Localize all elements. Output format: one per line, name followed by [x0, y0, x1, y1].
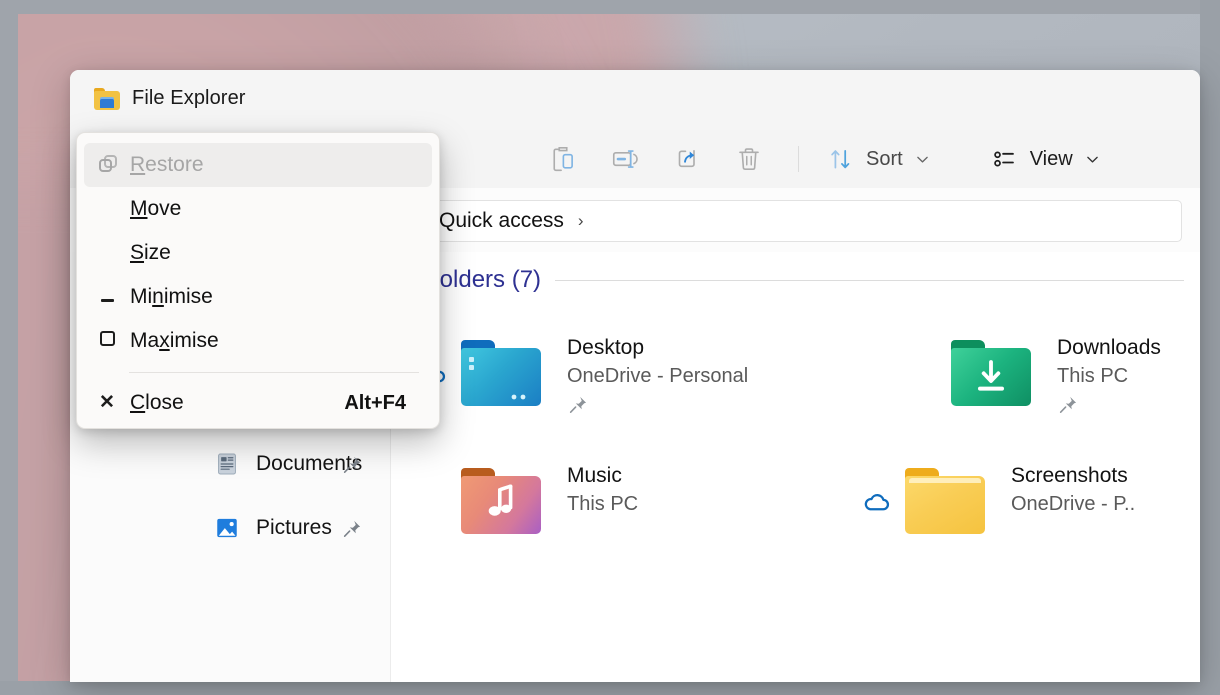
- tile-meta: Desktop OneDrive - Personal: [567, 334, 748, 421]
- sort-arrows-icon: [827, 145, 855, 173]
- view-list-icon: [991, 145, 1019, 173]
- accel-key: R: [130, 153, 145, 176]
- menu-item-label: Move: [130, 197, 181, 221]
- folder-icon-yellow: [901, 466, 989, 540]
- restore-icon: [84, 155, 130, 175]
- sidebar-item-documents[interactable]: Documents: [70, 436, 390, 492]
- view-label: View: [1030, 148, 1073, 171]
- menu-item-size[interactable]: Size: [84, 231, 432, 275]
- paste-button[interactable]: [532, 139, 594, 179]
- tile-meta: Downloads This PC: [1057, 334, 1161, 421]
- pin-icon[interactable]: [341, 518, 363, 545]
- accel-key: S: [130, 241, 144, 264]
- maximise-icon: [84, 331, 130, 351]
- menu-item-move[interactable]: Move: [84, 187, 432, 231]
- menu-item-label: Minimise: [130, 285, 213, 309]
- accel-key: C: [130, 391, 145, 414]
- close-icon: ✕: [84, 393, 130, 413]
- menu-item-label: Size: [130, 241, 171, 265]
- screen: File Explorer: [0, 0, 1220, 695]
- rename-button[interactable]: [594, 139, 656, 179]
- breadcrumb[interactable]: Quick access: [427, 209, 564, 233]
- folder-icon-green: [947, 338, 1035, 412]
- pin-icon[interactable]: [341, 454, 363, 481]
- chevron-down-icon: [1084, 151, 1101, 168]
- tile-subtitle: OneDrive - P..: [1011, 490, 1135, 518]
- group-header[interactable]: Folders (7): [425, 266, 1200, 294]
- frame-bottom: [0, 681, 1220, 695]
- cloud-placeholder: [417, 486, 451, 520]
- tile-subtitle: OneDrive - Personal: [567, 362, 748, 390]
- folder-tile-downloads[interactable]: Downloads This PC: [907, 330, 1200, 421]
- tile-name: Desktop: [567, 334, 748, 362]
- paste-icon: [548, 144, 578, 174]
- sort-button[interactable]: Sort: [815, 139, 943, 179]
- cloud-icon: [861, 486, 895, 520]
- menu-separator: [129, 372, 419, 373]
- accel-key: n: [152, 285, 164, 308]
- pin-icon: [567, 394, 748, 421]
- toolbar-divider: [798, 146, 799, 172]
- tile-subtitle: This PC: [567, 490, 638, 518]
- group-title: Folders (7): [425, 266, 541, 294]
- title-row: File Explorer: [94, 87, 246, 110]
- tile-meta: Screenshots OneDrive - P..: [1011, 462, 1135, 518]
- documents-icon: [212, 449, 242, 479]
- group-rule: [555, 280, 1184, 281]
- title-bar[interactable]: File Explorer: [70, 70, 1200, 130]
- frame-left: [0, 0, 18, 695]
- folder-tile-screenshots[interactable]: Screenshots OneDrive - P..: [861, 458, 1200, 540]
- tile-meta: Music This PC: [567, 462, 638, 518]
- share-icon: [672, 144, 702, 174]
- folder-tile-desktop[interactable]: Desktop OneDrive - Personal: [417, 330, 797, 421]
- sort-label: Sort: [866, 148, 903, 171]
- share-button[interactable]: [656, 139, 718, 179]
- pictures-icon: [212, 513, 242, 543]
- cloud-placeholder: [907, 358, 941, 392]
- rename-icon: [610, 144, 640, 174]
- folder-icon-blue: [457, 338, 545, 412]
- minimise-icon: [84, 287, 130, 307]
- accel-key: x: [159, 329, 170, 352]
- folder-icon: [94, 88, 120, 110]
- trash-icon: [734, 144, 764, 174]
- tile-subtitle: This PC: [1057, 362, 1161, 390]
- folder-icon-pink: [457, 466, 545, 540]
- tile-name: Screenshots: [1011, 462, 1135, 490]
- menu-item-restore[interactable]: Restore: [84, 143, 432, 187]
- menu-item-close[interactable]: ✕ Close Alt+F4: [84, 381, 432, 425]
- window-title: File Explorer: [132, 87, 246, 110]
- chevron-right-icon[interactable]: ›: [578, 211, 584, 231]
- tile-name: Downloads: [1057, 334, 1161, 362]
- chevron-down-icon: [914, 151, 931, 168]
- window-system-menu[interactable]: Restore Move Size Minimise Maximise ✕ Cl…: [76, 132, 440, 429]
- menu-item-minimise[interactable]: Minimise: [84, 275, 432, 319]
- sidebar-item-pictures[interactable]: Pictures: [70, 500, 390, 556]
- frame-top: [0, 0, 1220, 14]
- menu-item-maximise[interactable]: Maximise: [84, 319, 432, 363]
- menu-item-label: Close: [130, 391, 184, 415]
- items-view: Folders (7): [391, 252, 1200, 682]
- address-field[interactable]: Quick access ›: [426, 200, 1182, 242]
- menu-item-shortcut: Alt+F4: [344, 392, 406, 415]
- delete-button[interactable]: [718, 139, 780, 179]
- view-button[interactable]: View: [979, 139, 1113, 179]
- tile-name: Music: [567, 462, 638, 490]
- menu-item-label: Maximise: [130, 329, 219, 353]
- menu-item-label: Restore: [130, 153, 204, 177]
- frame-right: [1200, 0, 1220, 695]
- sidebar-item-label: Pictures: [256, 516, 332, 540]
- pin-icon: [1057, 394, 1161, 421]
- folder-tile-music[interactable]: Music This PC: [417, 458, 797, 540]
- accel-key: M: [130, 197, 148, 220]
